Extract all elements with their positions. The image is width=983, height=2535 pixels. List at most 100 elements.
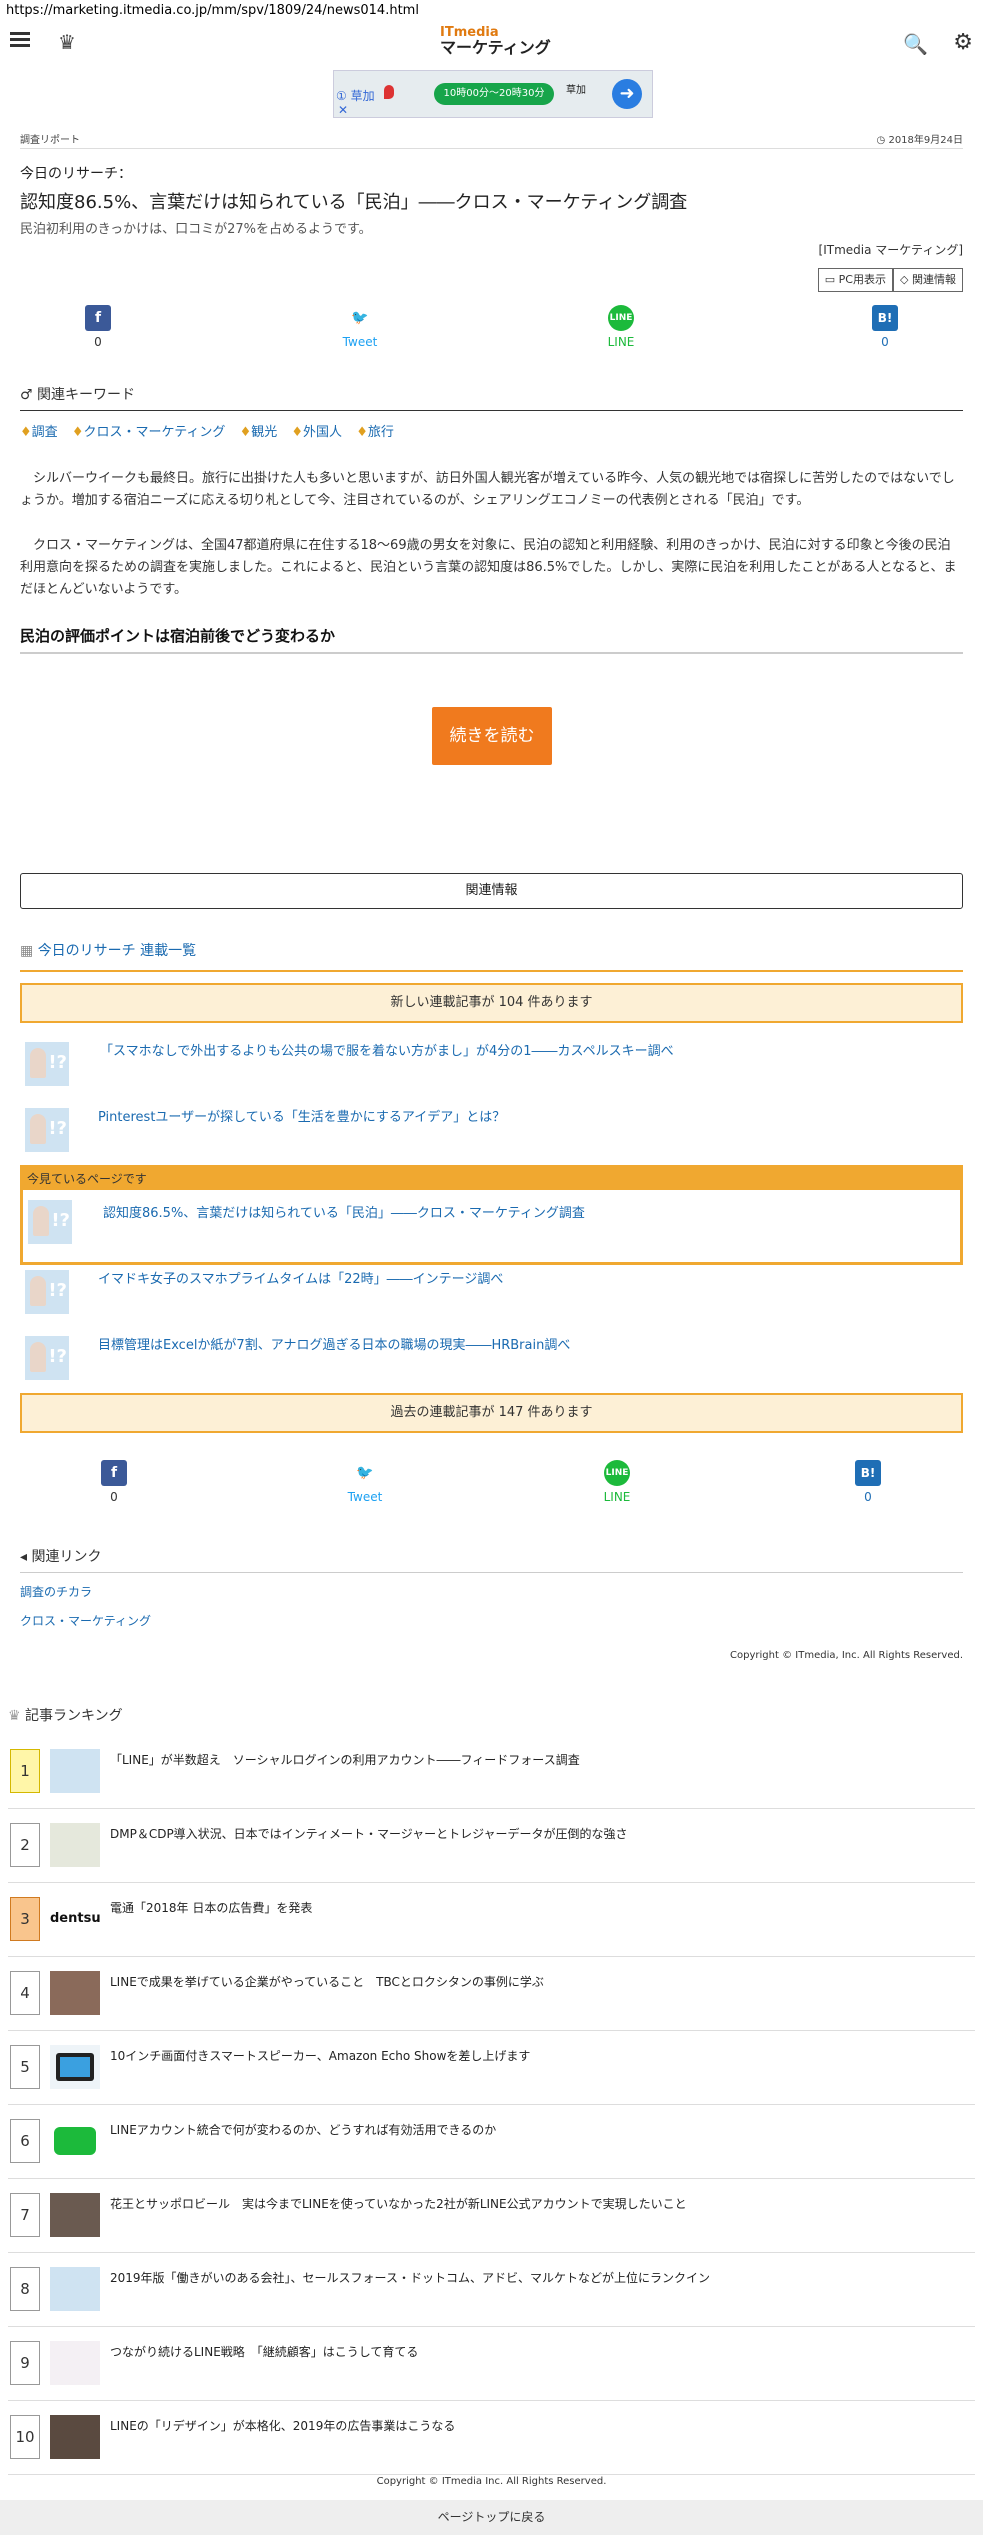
twitter-share[interactable]: 🐦 Tweet xyxy=(330,305,390,349)
menu-icon[interactable] xyxy=(10,32,30,50)
back-to-top-button[interactable]: ページトップに戻る xyxy=(0,2500,983,2535)
keyword-list: ♦調査 ♦クロス・マーケティング ♦観光 ♦外国人 ♦旅行 xyxy=(20,421,404,440)
rank-number: 8 xyxy=(10,2267,40,2311)
directions-icon[interactable]: ➜ xyxy=(612,79,642,109)
related-link[interactable]: 調査のチカラ xyxy=(20,1583,92,1600)
keyword-link[interactable]: 観光 xyxy=(251,425,277,440)
copyright: Copyright © ITmedia, Inc. All Rights Res… xyxy=(730,1650,963,1661)
ranking-item[interactable]: 1 「LINE」が半数超え ソーシャルログインの利用アカウント――フィードフォー… xyxy=(8,1735,975,1809)
ranking-title[interactable]: 2019年版「働きがいのある会社」、セールスフォース・ドットコム、アドビ、マルケ… xyxy=(110,2269,710,2286)
ad-banner[interactable]: ① 草加 ✕ 10時00分～20時30分 草加 ➜ xyxy=(333,70,653,118)
ranking-item[interactable]: 6 LINEアカウント統合で何が変わるのか、どうすれば有効活用できるのか xyxy=(8,2105,975,2179)
ranking-title[interactable]: DMP＆CDP導入状況、日本ではインティメート・マージャーとトレジャーデータが圧… xyxy=(110,1825,628,1842)
site-header: ♛ ITmedia マーケティング 🔍 ⚙ xyxy=(0,22,983,72)
related-link[interactable]: クロス・マーケティング xyxy=(20,1612,151,1629)
read-more-button[interactable]: 続きを読む xyxy=(432,707,552,765)
line-label: LINE xyxy=(607,335,635,349)
keyword-link[interactable]: 旅行 xyxy=(368,425,394,440)
line-share[interactable]: LINE LINE xyxy=(587,1460,647,1504)
line-icon: LINE xyxy=(608,305,634,331)
hatena-share[interactable]: B! 0 xyxy=(855,305,915,349)
series-item-title[interactable]: Pinterestユーザーが探している「生活を豊かにするアイデア」とは？ xyxy=(98,1106,505,1125)
article-thumbnail xyxy=(50,2267,100,2311)
ranking-item[interactable]: 2 DMP＆CDP導入状況、日本ではインティメート・マージャーとトレジャーデータ… xyxy=(8,1809,975,1883)
tag-icon: ♦ xyxy=(356,425,368,440)
keyword-link[interactable]: クロス・マーケティング xyxy=(83,425,225,440)
facebook-share[interactable]: f 0 xyxy=(84,1460,144,1504)
crown-icon[interactable]: ♛ xyxy=(58,30,76,54)
series-item[interactable]: !? 目標管理はExcelか紙が7割、アナログ過ぎる日本の職場の現実――HRBr… xyxy=(20,1332,963,1388)
series-item-title[interactable]: 認知度86.5%、言葉だけは知られている「民泊」――クロス・マーケティング調査 xyxy=(103,1202,585,1221)
article-category: 調査リポート xyxy=(20,135,80,146)
facebook-share[interactable]: f 0 xyxy=(68,305,128,349)
search-icon[interactable]: 🔍 xyxy=(903,32,928,56)
ranking-item[interactable]: 7 花王とサッポロビール 実は今までLINEを使っていなかった2社が新LINE公… xyxy=(8,2179,975,2253)
newer-articles-notice[interactable]: 新しい連載記事が 104 件あります xyxy=(20,983,963,1023)
twitter-icon: 🐦 xyxy=(351,310,369,326)
ranking-title[interactable]: LINEで成果を挙げている企業がやっていること TBCとロクシタンの事例に学ぶ xyxy=(110,1973,544,1990)
map-pin-icon xyxy=(384,85,394,99)
facebook-count: 0 xyxy=(94,335,102,349)
link-icon: ◂ xyxy=(20,1549,28,1565)
share-bar-bottom: f 0 🐦 Tweet LINE LINE B! 0 xyxy=(0,1460,983,1520)
ad-info: ① 草加 xyxy=(336,89,375,103)
url-bar: https://marketing.itmedia.co.jp/mm/spv/1… xyxy=(6,3,419,18)
ad-hours-button[interactable]: 10時00分～20時30分 xyxy=(434,83,554,105)
keywords-heading: ♂ 関連キーワード xyxy=(20,384,963,411)
series-heading[interactable]: ▦ 今日のリサーチ 連載一覧 xyxy=(20,940,196,960)
older-articles-notice[interactable]: 過去の連載記事が 147 件あります xyxy=(20,1393,963,1433)
article-thumbnail: !? xyxy=(28,1200,72,1244)
series-item[interactable]: !? イマドキ女子のスマホプライムタイムは「22時」――インテージ調べ xyxy=(20,1266,963,1322)
keyword-link[interactable]: 外国人 xyxy=(303,425,342,440)
article-subheading: 民泊の評価ポイントは宿泊前後でどう変わるか xyxy=(20,625,963,654)
key-icon: ♂ xyxy=(20,387,33,403)
pc-view-button[interactable]: ▭ PC用表示 xyxy=(817,268,893,292)
ranking-title[interactable]: LINEの「リデザイン」が本格化、2019年の広告事業はこうなる xyxy=(110,2417,455,2434)
ad-place: 草加 xyxy=(566,85,586,96)
rank-number: 2 xyxy=(10,1823,40,1867)
ranking-title[interactable]: 「LINE」が半数超え ソーシャルログインの利用アカウント――フィードフォース調… xyxy=(110,1751,580,1768)
article-subtitle: 民泊初利用のきっかけは、口コミが27%を占めるようです。 xyxy=(20,222,372,237)
series-item[interactable]: !? Pinterestユーザーが探している「生活を豊かにするアイデア」とは？ xyxy=(20,1104,963,1160)
hatena-bookmark-icon: B! xyxy=(872,305,898,331)
series-item-title[interactable]: 「スマホなしで外出するよりも公共の場で服を着ない方がまし」が4分の1――カスペル… xyxy=(100,1040,674,1059)
ranking-title[interactable]: 電通「2018年 日本の広告費」を発表 xyxy=(110,1899,312,1916)
related-info-button-top[interactable]: ◇ 関連情報 xyxy=(893,268,963,292)
tweet-label: Tweet xyxy=(347,1490,383,1504)
divider xyxy=(20,148,963,149)
facebook-icon: f xyxy=(85,305,111,331)
ad-close-icon[interactable]: ✕ xyxy=(338,103,348,117)
article-date: ◷ 2018年9月24日 xyxy=(876,135,963,146)
series-item-title[interactable]: イマドキ女子のスマホプライムタイムは「22時」――インテージ調べ xyxy=(98,1268,503,1287)
related-info-button[interactable]: 関連情報 xyxy=(20,873,963,909)
site-logo[interactable]: ITmedia マーケティング xyxy=(440,26,551,57)
hatena-count: 0 xyxy=(881,335,889,349)
article-byline: [ITmedia マーケティング] xyxy=(818,243,963,257)
divider xyxy=(20,970,963,972)
ranking-title[interactable]: 花王とサッポロビール 実は今までLINEを使っていなかった2社が新LINE公式ア… xyxy=(110,2195,687,2212)
ranking-item[interactable]: 3 dentsu 電通「2018年 日本の広告費」を発表 xyxy=(8,1883,975,1957)
rank-number: 3 xyxy=(10,1897,40,1941)
grid-icon: ▦ xyxy=(20,943,34,959)
ranking-title[interactable]: 10インチ画面付きスマートスピーカー、Amazon Echo Showを差し上げ… xyxy=(110,2047,530,2064)
ranking-item[interactable]: 9 つながり続けるLINE戦略 「継続顧客」はこうして育てる xyxy=(8,2327,975,2401)
ranking-item[interactable]: 10 LINEの「リデザイン」が本格化、2019年の広告事業はこうなる xyxy=(8,2401,975,2475)
series-item-title[interactable]: 目標管理はExcelか紙が7割、アナログ過ぎる日本の職場の現実――HRBrain… xyxy=(98,1334,570,1353)
hatena-count: 0 xyxy=(864,1490,872,1504)
twitter-icon: 🐦 xyxy=(356,1465,374,1481)
twitter-share[interactable]: 🐦 Tweet xyxy=(335,1460,395,1504)
ranking-item[interactable]: 4 LINEで成果を挙げている企業がやっていること TBCとロクシタンの事例に学… xyxy=(8,1957,975,2031)
tag-icon: ♦ xyxy=(20,425,32,440)
hatena-share[interactable]: B! 0 xyxy=(838,1460,898,1504)
line-share[interactable]: LINE LINE xyxy=(591,305,651,349)
ranking-item[interactable]: 8 2019年版「働きがいのある会社」、セールスフォース・ドットコム、アドビ、マ… xyxy=(8,2253,975,2327)
series-item[interactable]: !? 「スマホなしで外出するよりも公共の場で服を着ない方がまし」が4分の1――カ… xyxy=(20,1038,963,1094)
ranking-title[interactable]: つながり続けるLINE戦略 「継続顧客」はこうして育てる xyxy=(110,2343,418,2360)
keyword-link[interactable]: 調査 xyxy=(32,425,58,440)
current-page-label: 今見ているページです xyxy=(23,1168,960,1190)
rank-number: 5 xyxy=(10,2045,40,2089)
rank-number: 1 xyxy=(10,1749,40,1793)
ranking-title[interactable]: LINEアカウント統合で何が変わるのか、どうすれば有効活用できるのか xyxy=(110,2121,496,2138)
ranking-item[interactable]: 5 10インチ画面付きスマートスピーカー、Amazon Echo Showを差し… xyxy=(8,2031,975,2105)
gear-icon[interactable]: ⚙ xyxy=(953,30,973,55)
